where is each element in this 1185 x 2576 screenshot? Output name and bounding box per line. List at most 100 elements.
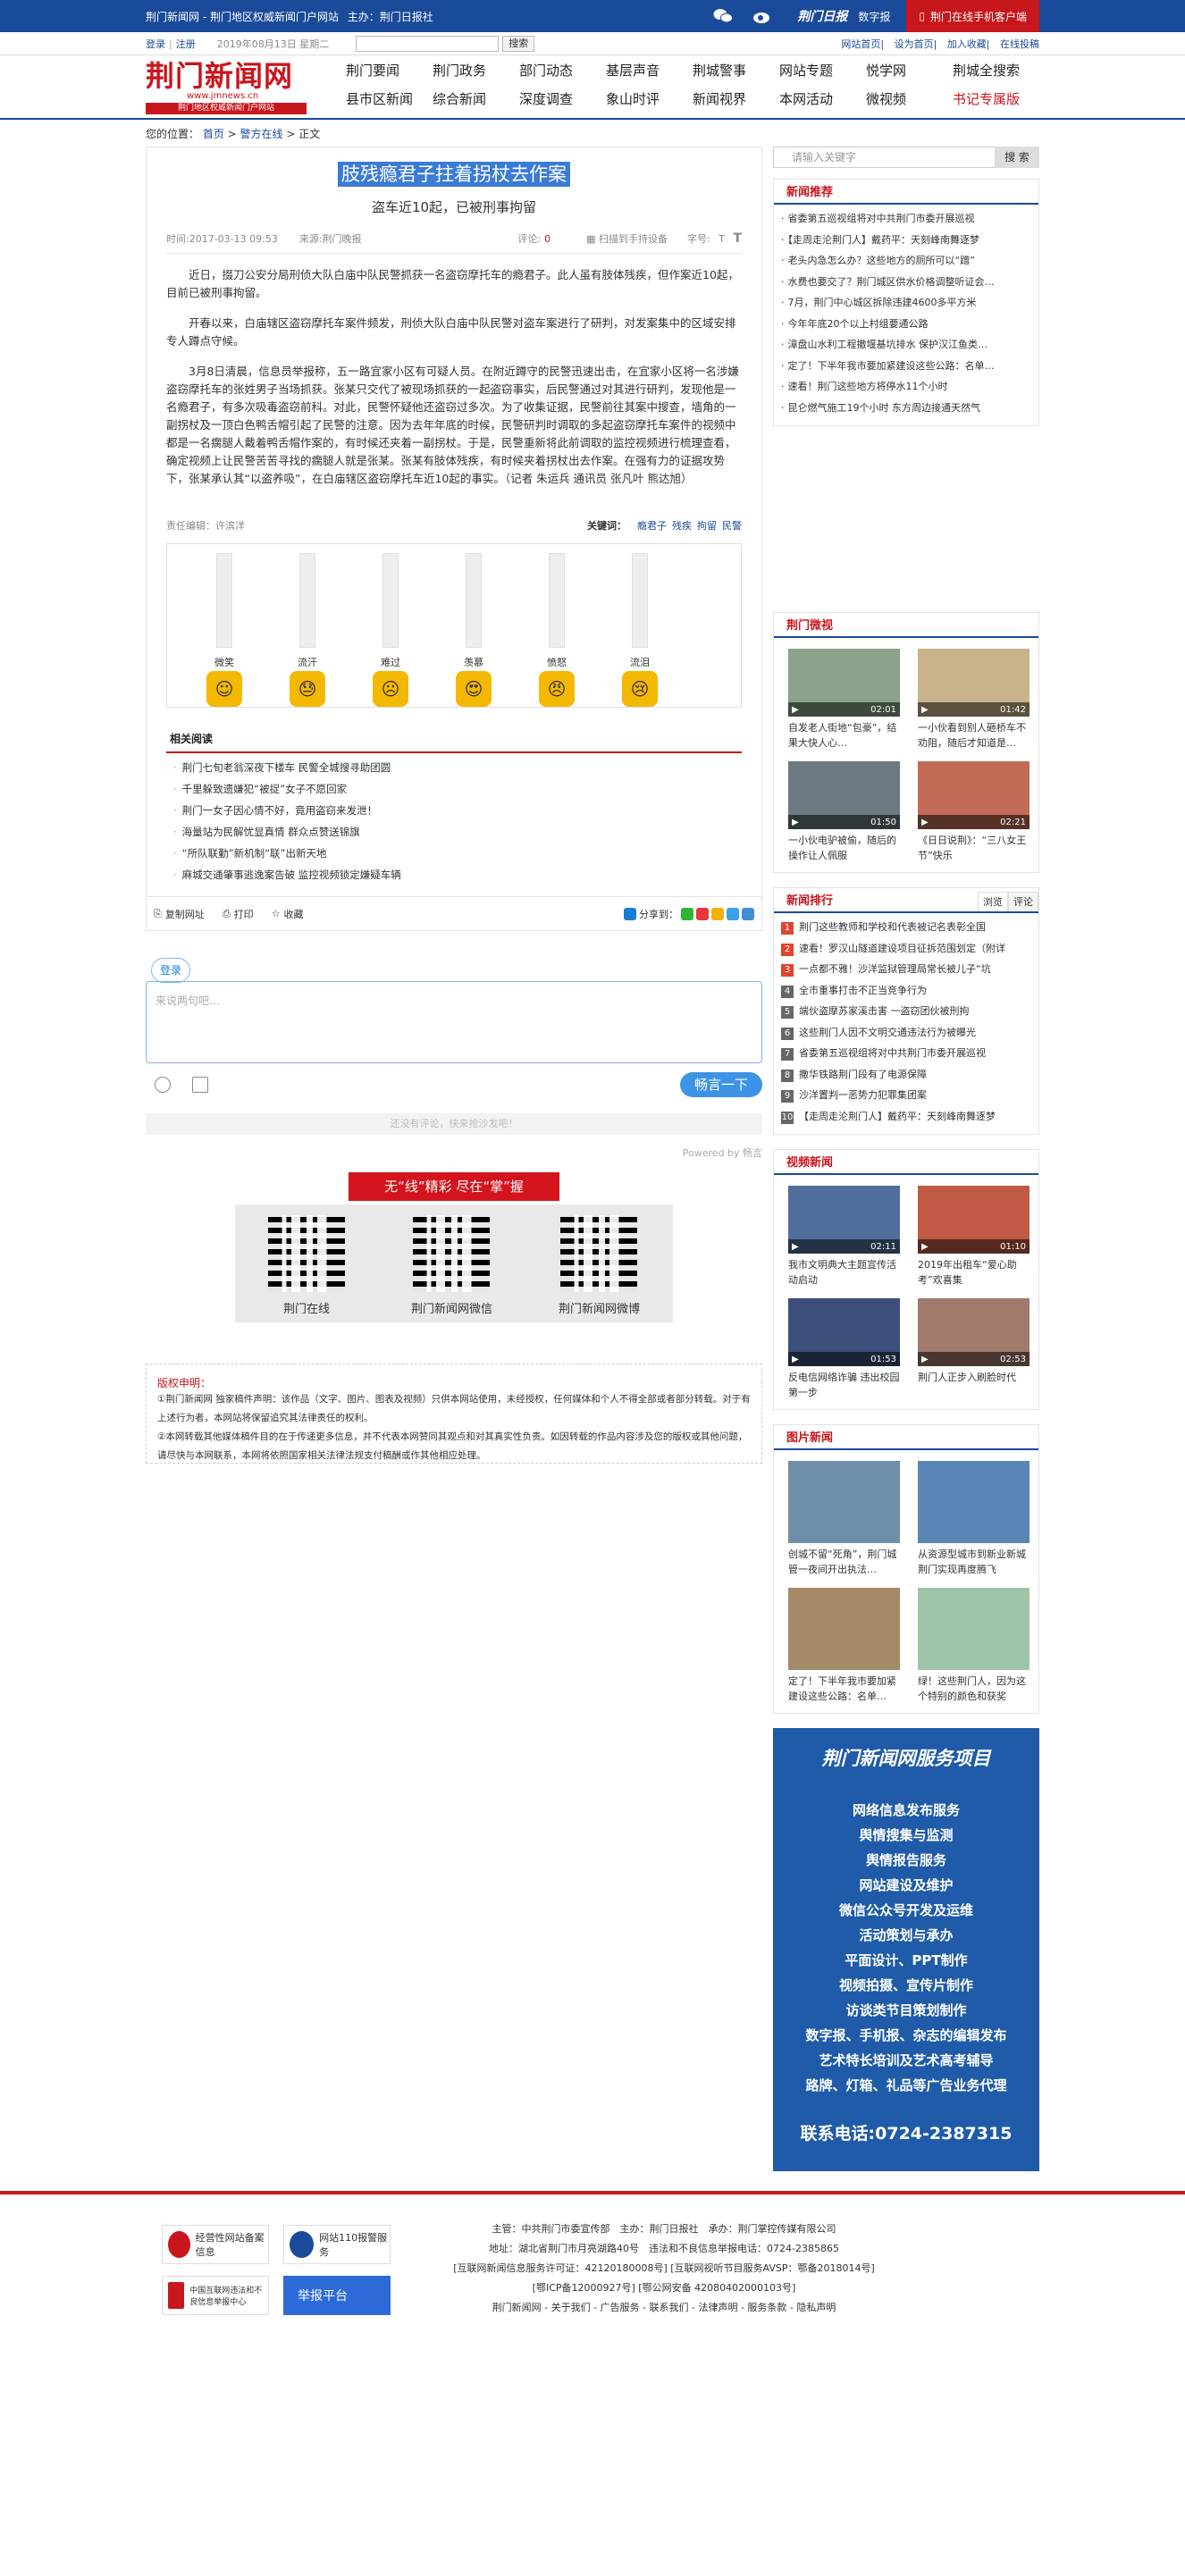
rank-item[interactable]: 3 一点都不雅！沙洋监狱管理局常长被儿子“坑 bbox=[781, 959, 1031, 980]
video-caption[interactable]: 自发老人街地“包豪”，结果大快人心… bbox=[788, 720, 900, 751]
rank-link[interactable]: 撒华铁路荆门段有了电源保障 bbox=[799, 1069, 927, 1080]
nav-item[interactable]: 基层声音 bbox=[606, 61, 693, 80]
share-qzone-icon[interactable] bbox=[711, 907, 724, 920]
nav-item[interactable]: 荆城警事 bbox=[693, 61, 779, 80]
photo-thumbnail[interactable] bbox=[918, 1461, 1030, 1543]
print-button[interactable]: ⎙ 打印 bbox=[223, 907, 254, 921]
rank-link[interactable]: 端伙盗摩苏家溪击害 一盗窃团伙被刑拘 bbox=[799, 1005, 970, 1017]
recommend-link[interactable]: 省委第五巡视组将对中共荆门市委开展巡视 bbox=[781, 208, 1031, 230]
share-wechat-icon[interactable] bbox=[681, 907, 693, 920]
recommend-link[interactable]: 水费也要交了？荆门城区供水价格调整听证会… bbox=[781, 272, 1031, 293]
vnews-item[interactable]: ▶ 01:10 2019年出租车“爱心助考”欢喜集 bbox=[918, 1186, 1030, 1288]
rank-link[interactable]: 【走周走沦荆门人】戴药平：天刻峰南舞逐梦 bbox=[799, 1111, 996, 1122]
badge-report-center[interactable]: 中国互联网违法和不良信息举报中心 bbox=[162, 2276, 269, 2315]
rank-link[interactable]: 全市重事打击不正当竞争行为 bbox=[799, 985, 927, 996]
top-search-input[interactable] bbox=[356, 36, 500, 52]
video-thumbnail[interactable]: ▶ 01:53 bbox=[788, 1298, 900, 1366]
play-icon[interactable]: ▶ bbox=[792, 705, 799, 715]
vnews-caption[interactable]: 荆门人正步入刷脸时代 bbox=[918, 1370, 1030, 1400]
sad-icon[interactable]: ☹ bbox=[373, 671, 408, 707]
image-upload-icon[interactable] bbox=[192, 1077, 208, 1093]
rank-link[interactable]: 速看！罗汉山隧道建设项目征拆范围划定（附详 bbox=[799, 943, 1005, 954]
play-icon[interactable]: ▶ bbox=[792, 1242, 799, 1252]
top-search-button[interactable]: 搜索 bbox=[502, 36, 535, 52]
video-thumbnail[interactable]: ▶ 02:01 bbox=[788, 649, 900, 717]
mood-5[interactable]: 愤怒 😠 bbox=[539, 553, 575, 707]
breadcrumb-section[interactable]: 警方在线 bbox=[240, 128, 283, 140]
nav-item[interactable]: 悦学网 bbox=[866, 61, 953, 80]
play-icon[interactable]: ▶ bbox=[921, 818, 929, 827]
badge-report-platform[interactable]: 举报平台 bbox=[283, 2276, 391, 2315]
vnews-caption[interactable]: 2019年出租车“爱心助考”欢喜集 bbox=[918, 1257, 1030, 1288]
copy-url-button[interactable]: ⎘ 复制网址 bbox=[154, 907, 205, 921]
rank-item[interactable]: 5 端伙盗摩苏家溪击害 一盗窃团伙被刑拘 bbox=[781, 1001, 1031, 1022]
vnews-item[interactable]: ▶ 02:53 荆门人正步入刷脸时代 bbox=[918, 1298, 1030, 1400]
submit-article-link[interactable]: 在线投稿 bbox=[1000, 38, 1039, 50]
nav-item[interactable]: 象山时评 bbox=[606, 89, 693, 108]
favorite-button[interactable]: ☆ 收藏 bbox=[272, 907, 304, 921]
photos-caption[interactable]: 定了！下半年我市要加紧建设这些公路：名单… bbox=[788, 1674, 900, 1704]
video-thumbnail[interactable]: ▶ 01:42 bbox=[918, 649, 1030, 717]
nav-item[interactable]: 荆城全搜索 bbox=[953, 61, 1039, 80]
recommend-link[interactable]: 定了！下半年我市要加紧建设这些公路：名单… bbox=[781, 356, 1031, 377]
recommend-link[interactable]: 【走周走沦荆门人】戴药平：天刻峰南舞逐梦 bbox=[781, 230, 1031, 251]
play-icon[interactable]: ▶ bbox=[921, 1242, 929, 1252]
home-link[interactable]: 网站首页 bbox=[841, 38, 880, 50]
vnews-item[interactable]: ▶ 02:11 我市文明典大主题宣传活动启动 bbox=[788, 1186, 900, 1288]
nav-item[interactable]: 综合新闻 bbox=[433, 89, 519, 108]
rank-item[interactable]: 7 省委第五巡视组将对中共荆门市委开展巡视 bbox=[781, 1043, 1031, 1064]
register-link[interactable]: 注册 bbox=[176, 37, 196, 51]
rank-item[interactable]: 1 荆门这些教师和学校和代表被记名表彰全国 bbox=[781, 917, 1031, 938]
sidebar-search-button[interactable]: 搜 索 bbox=[995, 147, 1039, 168]
keyword-link[interactable]: 拘留 bbox=[697, 520, 717, 532]
video-item[interactable]: ▶ 02:01 自发老人街地“包豪”，结果大快人心… bbox=[788, 649, 900, 751]
rank-item[interactable]: 6 这些荆门人因不文明交通违法行为被曝光 bbox=[781, 1022, 1031, 1044]
keyword-link[interactable]: 残疾 bbox=[672, 520, 692, 532]
rank-link[interactable]: 荆门这些教师和学校和代表被记名表彰全国 bbox=[799, 921, 986, 933]
love-icon[interactable]: 😍 bbox=[456, 671, 492, 707]
play-icon[interactable]: ▶ bbox=[921, 1355, 929, 1364]
play-icon[interactable]: ▶ bbox=[921, 705, 929, 715]
mood-4[interactable]: 羡慕 😍 bbox=[456, 553, 492, 707]
related-link[interactable]: 海量站为民解忧显真情 群众点赞送锦旗 bbox=[166, 821, 742, 843]
photo-thumbnail[interactable] bbox=[788, 1588, 900, 1670]
rank-item[interactable]: 4 全市重事打击不正当竞争行为 bbox=[781, 980, 1031, 1002]
add-favorite-link[interactable]: 加入收藏 bbox=[947, 38, 987, 50]
newspaper-brand[interactable]: 荆门日报 bbox=[797, 7, 847, 25]
share-qq-icon[interactable] bbox=[727, 907, 739, 920]
photos-item[interactable]: 从资源型城市到新业新城 荆门实现再度腾飞 bbox=[918, 1461, 1030, 1577]
nav-item[interactable]: 荆门政务 bbox=[433, 61, 519, 80]
nav-item[interactable]: 网站专题 bbox=[779, 61, 866, 80]
video-caption[interactable]: 《日日说荆》：“三八女王节”快乐 bbox=[918, 833, 1030, 863]
recommend-link[interactable]: 速看！荆门这些地方将停水11个小时 bbox=[781, 376, 1031, 398]
tab-comments[interactable]: 评论 bbox=[1008, 892, 1038, 911]
video-caption[interactable]: 一小伙看到别人砸桥车不劝阻，随后才知道是… bbox=[918, 720, 1030, 751]
nav-item[interactable]: 微视频 bbox=[866, 89, 953, 108]
rank-item[interactable]: 2 速看！罗汉山隧道建设项目征拆范围划定（附详 bbox=[781, 938, 1031, 960]
mood-6[interactable]: 流泪 😢 bbox=[622, 553, 658, 707]
photos-item[interactable]: 定了！下半年我市要加紧建设这些公路：名单… bbox=[788, 1588, 900, 1704]
mood-2[interactable]: 流汗 😓 bbox=[290, 553, 325, 707]
comment-login-button[interactable]: 登录 bbox=[151, 958, 190, 983]
play-icon[interactable]: ▶ bbox=[792, 1355, 799, 1364]
related-link[interactable]: 麻城交通肇事逃逸案告破 监控视频锁定嫌疑车辆 bbox=[166, 864, 742, 885]
badge-110[interactable]: 网站110报警服务 bbox=[283, 2225, 391, 2264]
wechat-icon[interactable] bbox=[711, 6, 735, 26]
login-link[interactable]: 登录 bbox=[146, 37, 165, 51]
related-link[interactable]: 千里躲致遗嫌犯“被捉”女子不愿回家 bbox=[166, 778, 742, 800]
share-more-icon[interactable] bbox=[742, 907, 754, 920]
related-link[interactable]: 荆门七旬老翁深夜下楼车 民警全城搜寻助团圆 bbox=[166, 757, 742, 778]
rank-link[interactable]: 这些荆门人因不文明交通违法行为被曝光 bbox=[799, 1027, 976, 1038]
breadcrumb-home[interactable]: 首页 bbox=[203, 128, 224, 140]
digital-paper-link[interactable]: 数字报 bbox=[858, 9, 890, 24]
video-thumbnail[interactable]: ▶ 01:50 bbox=[788, 761, 900, 829]
rank-item[interactable]: 8 撒华铁路荆门段有了电源保障 bbox=[781, 1064, 1031, 1086]
vnews-item[interactable]: ▶ 01:53 反电信网络诈骗 违出校园第一步 bbox=[788, 1298, 900, 1400]
photos-item[interactable]: 创城不留“死角”，荆门城管一夜间开出执法… bbox=[788, 1461, 900, 1577]
set-homepage-link[interactable]: 设为首页 bbox=[895, 38, 934, 50]
share-plus-icon[interactable] bbox=[624, 907, 636, 920]
related-link[interactable]: “所队联勤”新机制“联”出新天地 bbox=[166, 843, 742, 864]
play-icon[interactable]: ▶ bbox=[792, 818, 799, 827]
video-thumbnail[interactable]: ▶ 02:53 bbox=[918, 1298, 1030, 1366]
vnews-caption[interactable]: 反电信网络诈骗 违出校园第一步 bbox=[788, 1370, 900, 1400]
